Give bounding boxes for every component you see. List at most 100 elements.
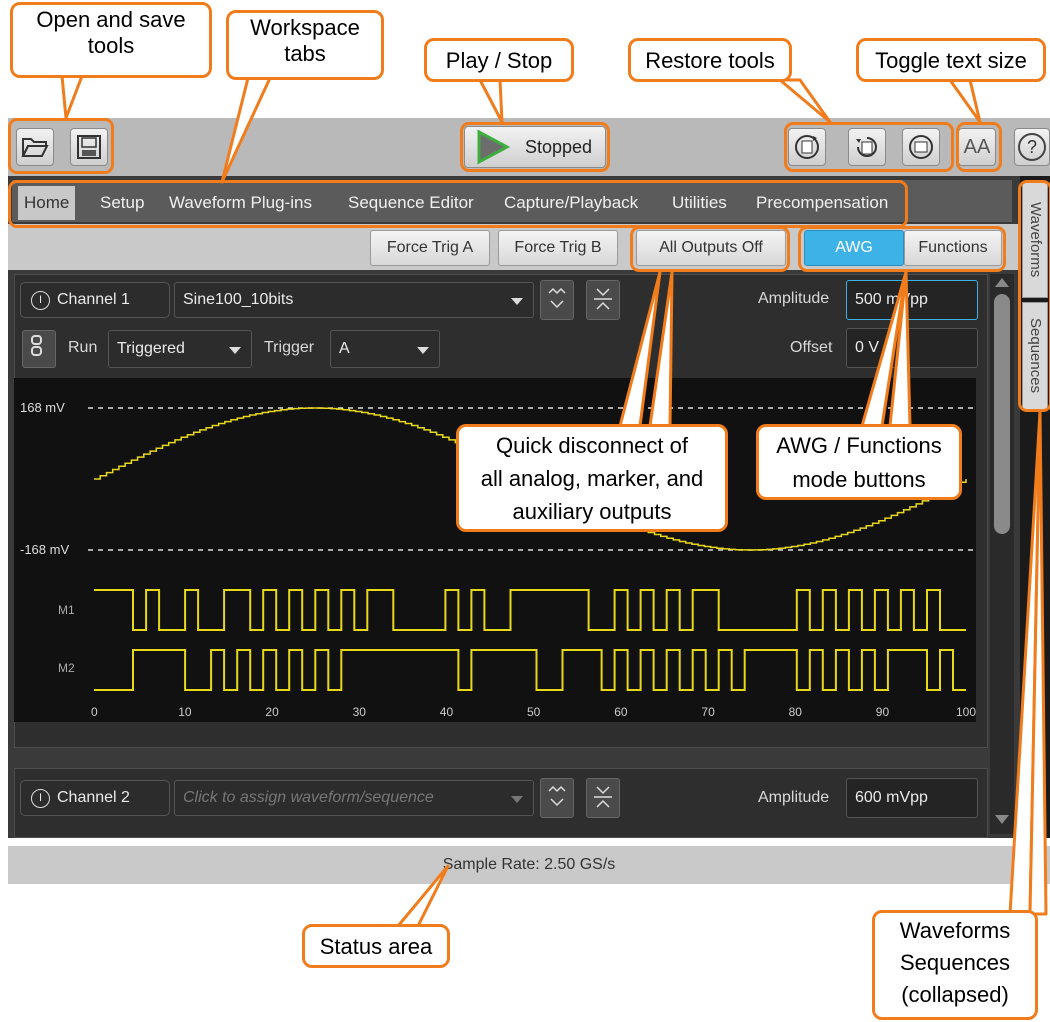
channel2-toggle[interactable]: I Channel 2 <box>20 780 170 816</box>
channel1-label: Channel 1 <box>57 291 130 308</box>
marker1-trace <box>94 589 966 631</box>
callout-quick-disconnect: Quick disconnect of all analog, marker, … <box>456 424 728 532</box>
restore-defaults-button[interactable] <box>788 128 826 166</box>
run-label: Run <box>68 339 98 356</box>
x-tick-label: 50 <box>527 705 541 719</box>
marker1-label: M1 <box>58 603 75 617</box>
scroll-down-icon[interactable] <box>995 815 1009 824</box>
waveforms-side-tab[interactable]: Waveforms <box>1022 182 1048 298</box>
restore-settings-icon <box>856 137 877 157</box>
text-size-icon: AA <box>963 135 991 158</box>
x-tick-label: 30 <box>353 705 367 719</box>
channel1-offset-input[interactable]: 0 V <box>846 328 978 368</box>
channel1-offset-label: Offset <box>790 339 833 356</box>
trigger-value: A <box>339 340 350 357</box>
vertical-scrollbar[interactable] <box>990 274 1014 834</box>
tab-sequence-editor[interactable]: Sequence Editor <box>348 186 474 220</box>
run-mode-select[interactable]: Triggered <box>108 330 252 368</box>
chevron-down-icon <box>229 347 241 354</box>
save-disk-icon <box>77 135 101 159</box>
play-stop-button[interactable]: Stopped <box>464 126 606 168</box>
waveform-expand-icon <box>548 785 566 807</box>
x-tick-label: 40 <box>440 705 454 719</box>
channel1-amplitude-input[interactable]: 500 mVpp <box>846 280 978 320</box>
channel2-expand-button[interactable] <box>540 778 574 818</box>
marker2-trace <box>94 649 966 691</box>
callout-workspace-tabs: Workspace tabs <box>226 10 384 80</box>
play-status-label: Stopped <box>525 136 593 157</box>
status-area: Sample Rate: 2.50 GS/s <box>8 846 1050 884</box>
run-mode-value: Triggered <box>117 340 185 357</box>
y-bottom-label: -168 mV <box>20 542 69 557</box>
callout-status-area: Status area <box>302 924 450 968</box>
force-trig-b-button[interactable]: Force Trig B <box>498 230 618 266</box>
callout-toggle-text-size: Toggle text size <box>856 38 1046 82</box>
callout-waveforms-sequences: Waveforms Sequences (collapsed) <box>872 910 1038 1020</box>
force-trig-a-button[interactable]: Force Trig A <box>370 230 490 266</box>
callout-play-stop: Play / Stop <box>424 38 574 82</box>
x-tick-label: 0 <box>91 705 98 719</box>
callout-restore-tools: Restore tools <box>628 38 792 82</box>
channel2-amplitude-label: Amplitude <box>758 789 830 806</box>
x-tick-labels: 0 10 20 30 40 50 60 70 80 90 100 <box>91 705 976 719</box>
action-bar: Force Trig A Force Trig B All Outputs Of… <box>8 224 1020 270</box>
x-tick-label: 100 <box>956 705 976 719</box>
channel1-collapse-button[interactable] <box>586 280 620 320</box>
trigger-label: Trigger <box>264 339 315 356</box>
chevron-down-icon <box>511 796 523 803</box>
all-outputs-off-button[interactable]: All Outputs Off <box>636 230 786 266</box>
channel1-amplitude-label: Amplitude <box>758 290 830 307</box>
scroll-up-icon[interactable] <box>995 278 1009 287</box>
scrollbar-thumb[interactable] <box>994 294 1010 534</box>
awg-mode-button[interactable]: AWG <box>804 230 904 266</box>
x-tick-label: 10 <box>178 705 192 719</box>
toggle-text-size-button[interactable]: AA <box>958 128 996 166</box>
channel2-amplitude-input[interactable]: 600 mVpp <box>846 778 978 818</box>
tab-capture-playback[interactable]: Capture/Playback <box>504 186 638 220</box>
tab-setup[interactable]: Setup <box>100 186 144 220</box>
save-button[interactable] <box>70 128 108 166</box>
restore-layout-button[interactable] <box>902 128 940 166</box>
collapse-icon <box>594 288 612 310</box>
workspace-tabs: Home Setup Waveform Plug-ins Sequence Ed… <box>12 180 1012 222</box>
main-toolbar: Stopped AA ? <box>8 118 1050 176</box>
y-top-label: 168 mV <box>20 400 65 415</box>
tab-home[interactable]: Home <box>18 186 76 220</box>
tab-precompensation[interactable]: Precompensation <box>756 186 888 220</box>
play-icon <box>477 129 511 165</box>
chevron-down-icon <box>511 298 523 305</box>
channel1-toggle[interactable]: I Channel 1 <box>20 282 170 318</box>
x-tick-label: 70 <box>701 705 715 719</box>
channel1-waveform-select[interactable]: Sine100_10bits <box>174 282 534 318</box>
restore-settings-button[interactable] <box>848 128 886 166</box>
chevron-down-icon <box>417 347 429 354</box>
link-icon <box>31 335 42 356</box>
restore-layout-icon <box>909 135 933 159</box>
marker2-label: M2 <box>58 661 75 675</box>
collapse-icon <box>594 786 612 808</box>
channel1-expand-button[interactable] <box>540 280 574 320</box>
link-button[interactable] <box>22 330 56 368</box>
channel2-collapse-button[interactable] <box>586 778 620 818</box>
functions-mode-button[interactable]: Functions <box>904 230 1002 266</box>
open-button[interactable] <box>16 128 54 166</box>
restore-icon <box>795 135 819 159</box>
sample-rate-text: Sample Rate: 2.50 GS/s <box>442 856 616 873</box>
x-tick-label: 20 <box>265 705 279 719</box>
x-tick-label: 80 <box>789 705 803 719</box>
channel1-waveform-value: Sine100_10bits <box>183 291 294 308</box>
callout-open-save: Open and save tools <box>10 2 212 78</box>
channel2-placeholder: Click to assign waveform/sequence <box>183 789 434 806</box>
help-button[interactable]: ? <box>1014 128 1050 166</box>
callout-awg-functions: AWG / Functions mode buttons <box>756 424 962 500</box>
tab-waveform-plug-ins[interactable]: Waveform Plug-ins <box>169 186 312 220</box>
help-icon: ? <box>1018 133 1046 161</box>
x-tick-label: 60 <box>614 705 628 719</box>
power-icon: I <box>31 291 50 310</box>
trigger-select[interactable]: A <box>330 330 440 368</box>
channel2-waveform-select[interactable]: Click to assign waveform/sequence <box>174 780 534 816</box>
folder-open-icon <box>21 138 49 157</box>
tab-utilities[interactable]: Utilities <box>672 186 727 220</box>
sequences-side-tab[interactable]: Sequences <box>1022 302 1048 410</box>
channel2-label: Channel 2 <box>57 789 130 806</box>
